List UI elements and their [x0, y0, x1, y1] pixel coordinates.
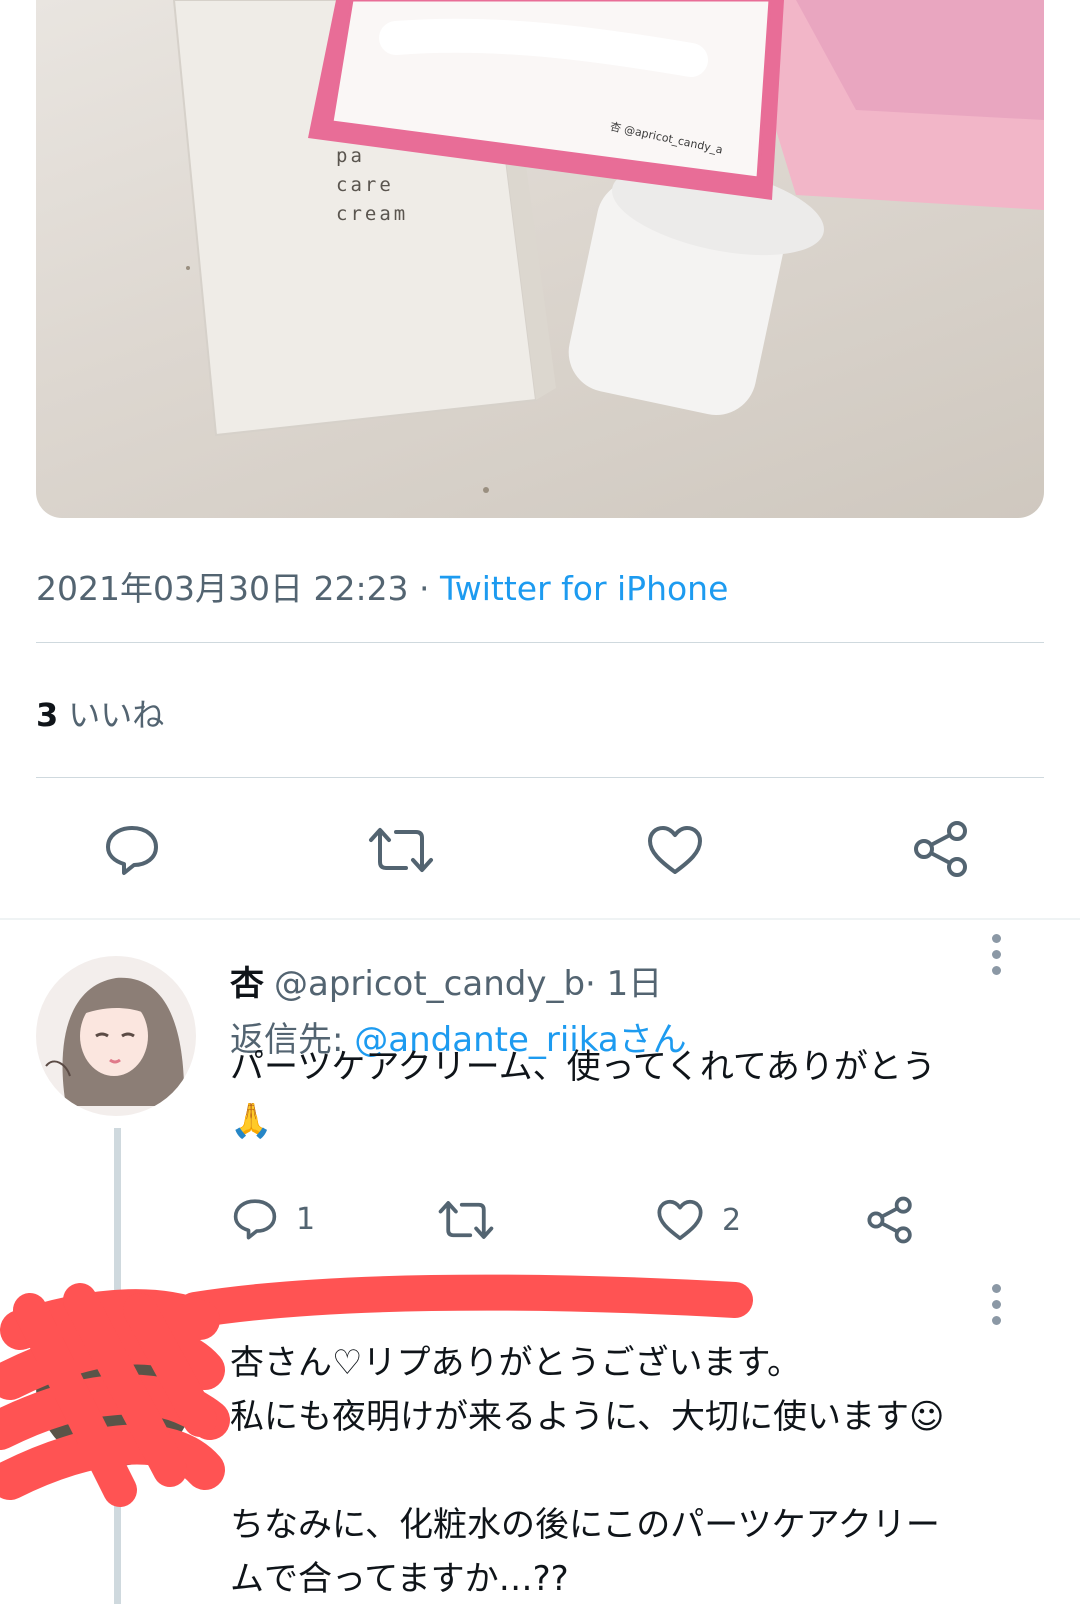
tweet-action-bar	[0, 810, 1080, 890]
tweet-meta: 2021年03月30日 22:23 · Twitter for iPhone	[36, 562, 728, 610]
share-button[interactable]	[912, 820, 970, 878]
tweet-client-link[interactable]: Twitter for iPhone	[440, 569, 728, 608]
share-button[interactable]	[866, 1196, 914, 1244]
meta-separator: ·	[408, 569, 441, 608]
reply-button[interactable]: 1	[232, 1198, 315, 1240]
retweet-button[interactable]	[368, 824, 434, 876]
photo-lettering-line: pa	[336, 145, 365, 167]
divider	[36, 642, 1044, 643]
reply-icon	[106, 826, 158, 875]
photo-lettering-line: care	[336, 174, 394, 196]
reply-text: パーツケアクリーム、使ってくれてありがとう 🙏‪‪‪‪‬‬‬‬‬‪‪‪‪‬‬‬‬…	[230, 1047, 936, 1141]
photo-box-lettering: pa care cream	[336, 142, 408, 229]
reply-button[interactable]	[104, 824, 160, 876]
section-separator	[0, 918, 1080, 920]
reply-time[interactable]: · 1日	[585, 964, 662, 1004]
reply-icon	[233, 1199, 277, 1240]
share-icon	[867, 1196, 912, 1244]
tweet-timestamp[interactable]: 2021年03月30日 22:23	[36, 569, 409, 608]
retweet-icon	[369, 828, 433, 872]
divider	[36, 777, 1044, 778]
reply-text: 杏さん♡リプありがとうございます。 私にも夜明けが来るように、大切に使います☺︎…	[230, 1343, 945, 1599]
photo-lettering-line: cream	[336, 203, 409, 225]
tweet-photo[interactable]: pa care cream 杏 @apricot_candy_a	[36, 0, 1044, 518]
avatar[interactable]	[36, 956, 196, 1116]
reply-count: 1	[296, 1201, 316, 1237]
like-icon	[648, 826, 702, 874]
like-icon	[657, 1199, 703, 1241]
like-button[interactable]	[646, 824, 704, 876]
like-count: 2	[722, 1202, 742, 1238]
photo-scene	[172, 0, 1044, 493]
reply-author-name[interactable]: 杏	[230, 964, 264, 1004]
reply-header: 杏 @apricot_candy_b· 1日	[230, 956, 662, 1005]
more-icon[interactable]	[992, 934, 1002, 982]
retweet-button[interactable]	[438, 1198, 494, 1242]
likes-label: いいね	[68, 696, 165, 734]
likes-summary[interactable]: 3 いいね	[36, 690, 164, 736]
likes-count: 3	[36, 696, 59, 734]
avatar-illustration	[36, 956, 196, 1116]
reply-author-handle[interactable]: @apricot_candy_b	[274, 964, 585, 1004]
retweet-icon	[438, 1201, 494, 1239]
like-button[interactable]: 2	[656, 1198, 741, 1242]
share-icon	[914, 821, 967, 877]
more-icon[interactable]	[992, 1284, 1002, 1332]
